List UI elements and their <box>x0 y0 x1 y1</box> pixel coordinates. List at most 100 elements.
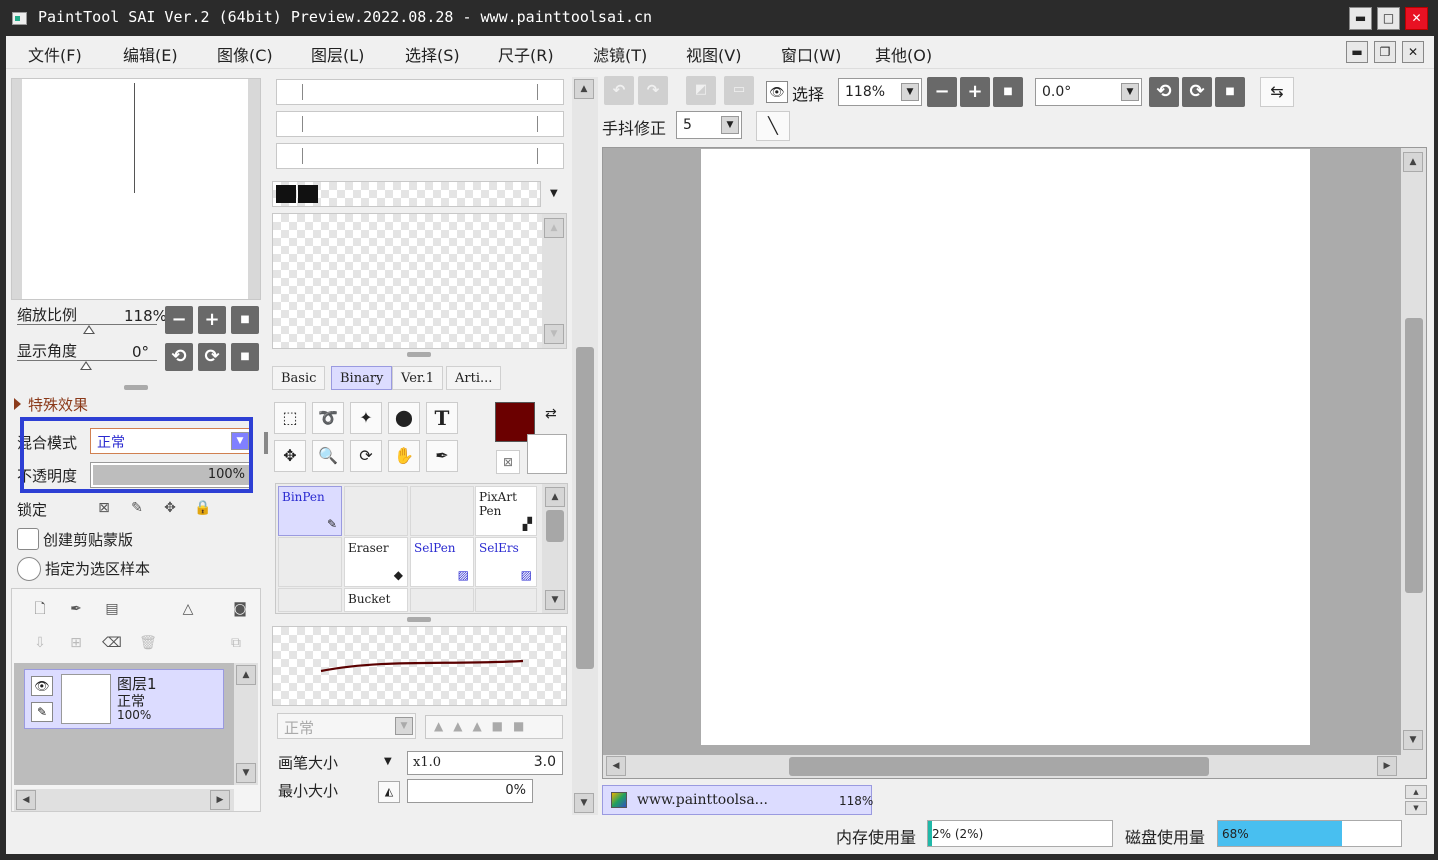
mdi-minimize-button[interactable]: ▬ <box>1346 41 1368 63</box>
scroll-right-icon[interactable]: ▶ <box>1377 756 1397 776</box>
text-tool[interactable]: T <box>426 402 458 434</box>
tab-basic[interactable]: Basic <box>272 366 326 390</box>
layer-effects-icon[interactable]: △ <box>176 597 200 621</box>
new-vector-layer-icon[interactable]: ✒ <box>64 597 88 621</box>
scroll-up-icon[interactable]: ▲ <box>1403 152 1423 172</box>
scroll-down-icon[interactable]: ▼ <box>544 324 564 344</box>
scroll-thumb[interactable] <box>576 347 594 669</box>
brush-eraser[interactable]: Eraser ◆ <box>344 537 408 587</box>
line-tool-icon[interactable]: ╲ <box>756 111 790 141</box>
menu-view[interactable]: 视图(V) <box>686 42 741 66</box>
brush-bucket[interactable]: Bucket <box>344 588 408 612</box>
palette-splitter[interactable] <box>407 352 431 357</box>
color-slider-1[interactable] <box>276 79 564 105</box>
redo-button[interactable]: ↷ <box>638 76 668 105</box>
rotate-tool[interactable]: ⟳ <box>350 440 382 472</box>
section-expand-icon[interactable] <box>14 398 21 410</box>
scroll-down-icon[interactable]: ▼ <box>236 763 256 783</box>
menu-filter[interactable]: 滤镜(T) <box>593 42 647 66</box>
canvas-paper[interactable] <box>701 149 1310 745</box>
swap-colors-icon[interactable]: ⇄ <box>545 406 557 422</box>
tab-scroll-down-icon[interactable]: ▼ <box>1405 801 1427 815</box>
brush-grid-vscroll[interactable]: ▲ ▼ <box>542 484 567 613</box>
zoom-slider-handle[interactable] <box>83 325 95 334</box>
brush-mode-select[interactable]: 正常 ▼ <box>277 713 416 739</box>
scroll-left-icon[interactable]: ◀ <box>606 756 626 776</box>
new-folder-icon[interactable]: ▤ <box>100 597 124 621</box>
lock-all-icon[interactable]: 🔒 <box>191 496 215 520</box>
invert-select-button[interactable]: ▭ <box>724 76 754 105</box>
color-slider-3[interactable] <box>276 143 564 169</box>
menu-select[interactable]: 选择(S) <box>405 42 460 66</box>
menu-other[interactable]: 其他(O) <box>875 42 932 66</box>
scroll-thumb[interactable] <box>546 510 564 542</box>
toolbar-zoom-in-button[interactable]: + <box>960 77 990 107</box>
stabilizer-select[interactable]: 5 ▼ <box>676 111 742 139</box>
rotate-right-button[interactable]: ⟳ <box>198 343 226 371</box>
undo-button[interactable]: ↶ <box>604 76 634 105</box>
brush-empty[interactable] <box>410 486 474 536</box>
scroll-up-icon[interactable]: ▲ <box>236 665 256 685</box>
left-panel-splitter[interactable] <box>264 432 268 454</box>
scroll-down-icon[interactable]: ▼ <box>1403 730 1423 750</box>
rotate-left-button[interactable]: ⟲ <box>165 343 193 371</box>
minimize-button[interactable]: ▬ <box>1349 7 1372 30</box>
rotate-reset-button[interactable]: ■ <box>231 343 259 371</box>
layer-mask-icon[interactable]: ◙ <box>228 597 252 621</box>
layer-list-hscroll[interactable]: ◀ ▶ <box>14 789 234 811</box>
scroll-right-icon[interactable]: ▶ <box>210 790 230 810</box>
clear-layer-icon[interactable]: ⌫ <box>100 631 124 655</box>
shape-tool[interactable]: ⬤ <box>388 402 420 434</box>
eye-icon[interactable]: 👁 <box>31 676 53 696</box>
brush-empty[interactable] <box>344 486 408 536</box>
scroll-up-icon[interactable]: ▲ <box>574 79 594 99</box>
effects-section-title[interactable]: 特殊效果 <box>28 394 88 415</box>
brush-empty[interactable] <box>278 588 342 612</box>
menu-file[interactable]: 文件(F) <box>28 42 82 66</box>
menu-layer[interactable]: 图层(L) <box>311 42 364 66</box>
lock-paint-icon[interactable]: ✎ <box>125 496 149 520</box>
pen-icon[interactable]: ✎ <box>31 702 53 722</box>
pressure-icon[interactable]: ◭ <box>378 781 400 803</box>
color-palette[interactable]: ▲ ▼ <box>272 213 567 349</box>
tab-ver1[interactable]: Ver.1 <box>392 366 444 390</box>
transfer-down-icon[interactable]: ⇩ <box>28 631 52 655</box>
brush-splitter[interactable] <box>407 617 431 622</box>
toolbar-rotate-reset-button[interactable]: ■ <box>1215 77 1245 107</box>
brush-shape-selector[interactable]: ▲▲▲■■ <box>425 715 563 739</box>
panel-splitter[interactable] <box>124 385 148 390</box>
navigator-preview[interactable] <box>11 78 261 300</box>
zoom-tool[interactable]: 🔍 <box>312 440 344 472</box>
brush-selers[interactable]: SelErs ▨ <box>475 537 537 587</box>
swatch-bar[interactable] <box>272 181 541 207</box>
tab-binary[interactable]: Binary <box>331 366 393 390</box>
secondary-color[interactable] <box>527 434 567 474</box>
toolbar-zoom-out-button[interactable]: − <box>927 77 957 107</box>
flip-horizontal-icon[interactable]: ⇆ <box>1260 77 1294 107</box>
lock-transparency-icon[interactable]: ⊠ <box>92 496 116 520</box>
layer-list-vscroll[interactable]: ▲ ▼ <box>234 663 258 785</box>
zoom-in-button[interactable]: + <box>198 306 226 334</box>
min-size-slider[interactable]: 0% <box>407 779 533 803</box>
menu-ruler[interactable]: 尺子(R) <box>498 42 554 66</box>
deselect-button[interactable]: ◩ <box>686 76 716 105</box>
scroll-left-icon[interactable]: ◀ <box>16 790 36 810</box>
canvas-viewport[interactable]: ▲ ▼ ◀ ▶ <box>602 147 1427 779</box>
toolbar-rotate-left-button[interactable]: ⟲ <box>1149 77 1179 107</box>
brush-binpen[interactable]: BinPen ✎ <box>278 486 342 536</box>
scroll-up-icon[interactable]: ▲ <box>545 487 565 507</box>
delete-layer-icon[interactable]: 🗑 <box>136 631 160 655</box>
hand-tool[interactable]: ✋ <box>388 440 420 472</box>
brush-size-slider[interactable]: x1.0 3.0 <box>407 751 563 775</box>
tab-scroll-up-icon[interactable]: ▲ <box>1405 785 1427 799</box>
mdi-restore-button[interactable]: ❐ <box>1374 41 1396 63</box>
menu-image[interactable]: 图像(C) <box>217 42 273 66</box>
selection-sample-radio[interactable] <box>17 557 41 581</box>
brush-empty[interactable] <box>475 588 537 612</box>
menu-window[interactable]: 窗口(W) <box>781 42 841 66</box>
lock-move-icon[interactable]: ✥ <box>158 496 182 520</box>
scroll-thumb[interactable] <box>1405 318 1423 593</box>
toolbar-rotate-right-button[interactable]: ⟳ <box>1182 77 1212 107</box>
brush-empty[interactable] <box>410 588 474 612</box>
menu-edit[interactable]: 编辑(E) <box>123 42 178 66</box>
